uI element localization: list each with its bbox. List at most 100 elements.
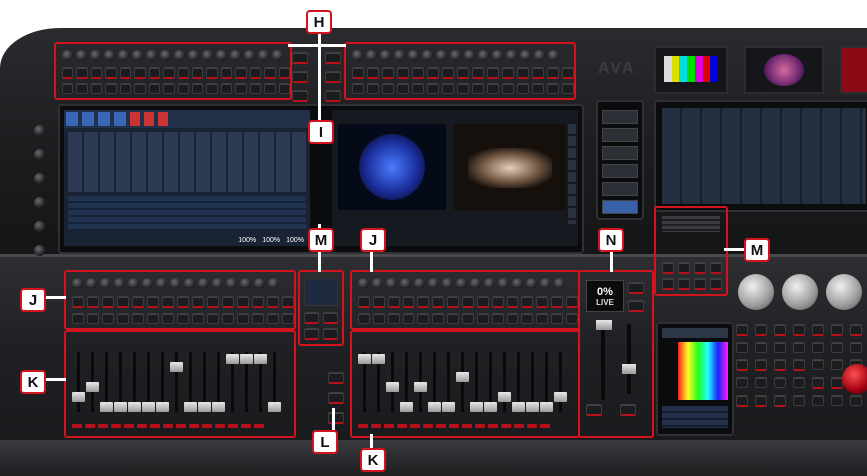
playback-key[interactable]	[462, 313, 474, 324]
bank-button[interactable]	[487, 83, 499, 94]
key[interactable]	[755, 342, 767, 353]
bank-button[interactable]	[206, 83, 218, 94]
bank-button[interactable]	[202, 50, 213, 61]
key[interactable]	[774, 377, 786, 388]
bank-button[interactable]	[90, 50, 101, 61]
bank-button[interactable]	[90, 83, 103, 94]
playback-key[interactable]	[372, 313, 385, 324]
playback-select[interactable]	[226, 278, 237, 289]
bank-button[interactable]	[472, 67, 484, 79]
playback-select[interactable]	[114, 278, 125, 289]
playback-key[interactable]	[387, 296, 400, 308]
key[interactable]	[812, 359, 824, 370]
bank-button[interactable]	[191, 67, 204, 79]
fader[interactable]	[142, 352, 155, 412]
cue-list[interactable]	[68, 196, 306, 230]
fader[interactable]	[72, 352, 85, 412]
key[interactable]	[755, 377, 767, 388]
playback-select[interactable]	[484, 278, 495, 289]
key[interactable]	[736, 324, 748, 336]
bank-button[interactable]	[520, 50, 531, 61]
bank-button[interactable]	[366, 50, 377, 61]
bank-button[interactable]	[105, 67, 117, 79]
bank-button[interactable]	[532, 83, 544, 94]
bank-button[interactable]	[188, 50, 199, 61]
dbo-fader[interactable]	[622, 324, 636, 394]
narrow-key-active[interactable]	[602, 200, 638, 214]
playback-key[interactable]	[462, 296, 474, 308]
bank-button[interactable]	[249, 67, 262, 79]
key[interactable]	[793, 395, 805, 406]
playback-key[interactable]	[87, 296, 99, 308]
bank-button[interactable]	[352, 50, 363, 61]
bank-button[interactable]	[427, 67, 439, 79]
fader[interactable]	[100, 352, 113, 412]
key[interactable]	[850, 342, 862, 353]
bank-button[interactable]	[562, 67, 574, 79]
playback-key[interactable]	[491, 313, 504, 324]
bank-button[interactable]	[244, 50, 255, 61]
bank-button[interactable]	[457, 83, 469, 94]
playback-key[interactable]	[267, 313, 279, 324]
right-screen[interactable]	[332, 110, 578, 246]
key[interactable]	[755, 395, 767, 407]
bank-button[interactable]	[62, 50, 73, 61]
right-wheel-strip[interactable]	[662, 216, 720, 232]
screen-sidebar[interactable]	[568, 124, 576, 224]
fader[interactable]	[498, 352, 511, 412]
playback-key[interactable]	[147, 313, 159, 324]
palette-grid[interactable]	[662, 108, 866, 204]
fader[interactable]	[484, 352, 497, 412]
bank-button[interactable]	[367, 67, 379, 79]
bank-button[interactable]	[380, 50, 391, 61]
key[interactable]	[736, 342, 748, 353]
bank-button[interactable]	[220, 83, 233, 94]
playback-key[interactable]	[192, 313, 204, 324]
bank-button[interactable]	[397, 67, 409, 79]
center-key[interactable]	[292, 90, 308, 102]
fader[interactable]	[442, 352, 455, 412]
playback-select[interactable]	[142, 278, 153, 289]
playback-grid[interactable]	[68, 132, 306, 192]
bank-button[interactable]	[492, 50, 503, 61]
key[interactable]	[620, 404, 636, 416]
playback-key[interactable]	[282, 296, 294, 308]
playback-select[interactable]	[156, 278, 167, 289]
playback-key[interactable]	[72, 296, 84, 308]
playback-select[interactable]	[358, 278, 369, 289]
center-mini-screen[interactable]	[304, 278, 338, 306]
fader[interactable]	[456, 352, 469, 412]
playback-key[interactable]	[536, 313, 549, 324]
fader[interactable]	[268, 352, 281, 412]
bank-button[interactable]	[177, 83, 189, 94]
key[interactable]	[662, 278, 674, 290]
bank-button[interactable]	[382, 67, 394, 79]
playback-select[interactable]	[254, 278, 265, 289]
playback-key[interactable]	[102, 296, 114, 308]
narrow-key[interactable]	[602, 164, 638, 178]
playback-select[interactable]	[372, 278, 383, 289]
bank-button[interactable]	[216, 50, 227, 61]
bank-button[interactable]	[472, 83, 484, 94]
key[interactable]	[586, 404, 602, 416]
key[interactable]	[850, 324, 862, 336]
bank-button[interactable]	[408, 50, 419, 61]
playback-key[interactable]	[252, 313, 264, 324]
playback-key[interactable]	[162, 313, 174, 324]
playback-key[interactable]	[72, 313, 84, 324]
bank-button[interactable]	[146, 50, 157, 61]
colour-field[interactable]	[678, 342, 728, 400]
bank-button[interactable]	[534, 50, 545, 61]
key[interactable]	[812, 395, 824, 406]
side-button[interactable]	[34, 221, 45, 232]
bank-button[interactable]	[163, 67, 175, 79]
playback-select[interactable]	[128, 278, 139, 289]
bank-button[interactable]	[506, 50, 517, 61]
playback-key[interactable]	[432, 313, 445, 324]
side-button[interactable]	[34, 245, 45, 256]
playback-key[interactable]	[177, 296, 189, 308]
key[interactable]	[774, 342, 786, 353]
bank-button[interactable]	[457, 67, 469, 79]
playback-key[interactable]	[252, 296, 264, 308]
center-key[interactable]	[325, 71, 341, 83]
